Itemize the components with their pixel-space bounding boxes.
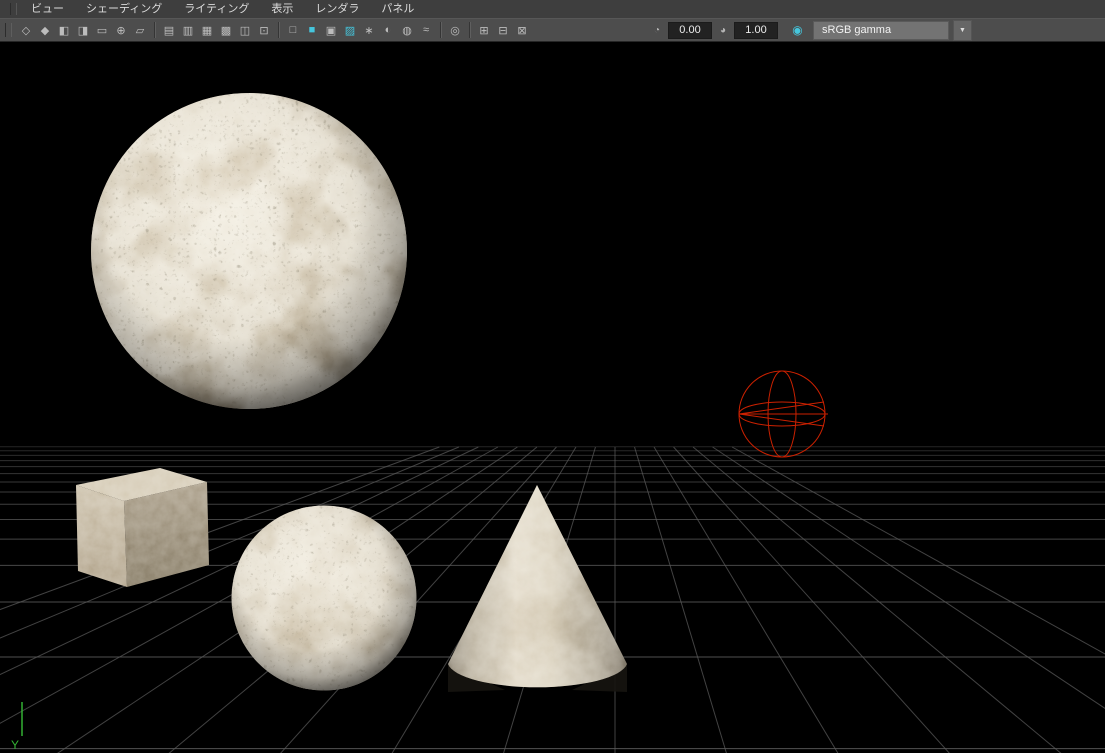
field-chart-icon[interactable]: ▩ [217,21,235,39]
toolbar-group: ◇ ◆ ◧ ◨ ▭ ⊕ ▱ [17,21,149,39]
gamma-input[interactable] [734,21,778,39]
toolbar-group: ⊞ ⊟ ⊠ [475,21,531,39]
large-sphere-object[interactable] [91,93,407,409]
use-all-lights-icon[interactable]: ∗ [360,21,378,39]
safe-title-icon[interactable]: ⊡ [255,21,273,39]
textured-icon[interactable]: ▨ [341,21,359,39]
two-d-pan-zoom-icon[interactable]: ⊕ [112,21,130,39]
axis-y-label: Y [11,738,19,752]
gate-mask-icon[interactable]: ▦ [198,21,216,39]
camera-attributes-icon[interactable]: ◧ [55,21,73,39]
view-transform-dropdown[interactable]: sRGB gamma [813,20,949,40]
wireframe-on-shaded-icon[interactable]: ▣ [322,21,340,39]
exposure-icon[interactable]: ◔ [649,22,665,38]
image-overlay-icon[interactable]: ⊠ [513,21,531,39]
view-transform-label: sRGB gamma [822,24,892,36]
shadows-icon[interactable]: ◐ [379,21,397,39]
menu-lighting[interactable]: ライティング [184,0,249,18]
toolbar-group: ◎ [446,21,464,39]
panel-menu-bar: ビュー シェーディング ライティング 表示 レンダラ パネル [0,0,1105,18]
grease-pencil-icon[interactable]: ▱ [131,21,149,39]
wireframe-icon[interactable]: □ [284,21,302,39]
image-plane-icon[interactable]: ▭ [93,21,111,39]
snapshot-icon[interactable]: ⊟ [494,21,512,39]
toolbar-icon-groups: ◇ ◆ ◧ ◨ ▭ ⊕ ▱ ▤ ▥ ▦ ▩ ◫ ⊡ □ ■ ▣ ▨ ∗ ◐ ◍ ≈ ◎ ⊞ ⊟ ⊠ [17,21,531,39]
toolbar-separator [469,22,470,38]
panel-toolbar: ◇◆◧◨▭⊕▱ ▤▥▦▩◫⊡ □■▣▨∗◐◍≈ ◎ ⊞⊟⊠ ◔ ◕ ◉ sRGB gam… [0,18,1105,42]
menu-renderer[interactable]: レンダラ [315,0,359,18]
resolution-gate-icon[interactable]: ▥ [179,21,197,39]
menu-panels[interactable]: パネル [381,0,414,18]
frame-buffer-icon[interactable]: ⊞ [475,21,493,39]
maya-viewport-panel: ビュー シェーディング ライティング 表示 レンダラ パネル ◇ ◆ ◧ ◨ ▭ ⊕ ▱ ▤ ▥ ▦ ▩ ◫ ⊡ □… [0,0,1105,753]
select-camera-icon[interactable]: ◇ [17,21,35,39]
gamma-icon[interactable]: ◕ [715,22,731,38]
cone-object[interactable] [448,485,627,692]
viewport-3d[interactable]: Y [0,42,1105,753]
menu-grip[interactable] [10,3,17,15]
toolbar-group: ▤ ▥ ▦ ▩ ◫ ⊡ [160,21,273,39]
axis-indicator: Y [11,702,23,752]
occlusion-icon[interactable]: ◍ [398,21,416,39]
anti-alias-icon[interactable]: ≈ [417,21,435,39]
small-sphere-object[interactable] [231,505,417,691]
exposure-input[interactable] [668,21,712,39]
toolbar-color-controls: ◔ ◕ ◉ sRGB gamma ▼ [649,19,972,41]
film-gate-icon[interactable]: ▤ [160,21,178,39]
viewport-canvas[interactable]: Y [0,42,1105,753]
menu-view[interactable]: ビュー [31,0,64,18]
smooth-shade-icon[interactable]: ■ [303,21,321,39]
directional-light-object[interactable] [738,370,828,458]
cube-object[interactable] [76,468,209,587]
view-transform-arrow-icon[interactable]: ▼ [953,19,972,41]
toolbar-separator [154,22,155,38]
safe-action-icon[interactable]: ◫ [236,21,254,39]
toolbar-separator [278,22,279,38]
menu-shading[interactable]: シェーディング [86,0,162,18]
bookmarks-icon[interactable]: ◨ [74,21,92,39]
lock-camera-icon[interactable]: ◆ [36,21,54,39]
toolbar-grip[interactable] [5,23,12,37]
toolbar-separator [440,22,441,38]
toolbar-group: □ ■ ▣ ▨ ∗ ◐ ◍ ≈ [284,21,435,39]
isolate-select-icon[interactable]: ◎ [446,21,464,39]
menu-show[interactable]: 表示 [271,0,293,18]
color-management-icon[interactable]: ◉ [789,22,806,39]
